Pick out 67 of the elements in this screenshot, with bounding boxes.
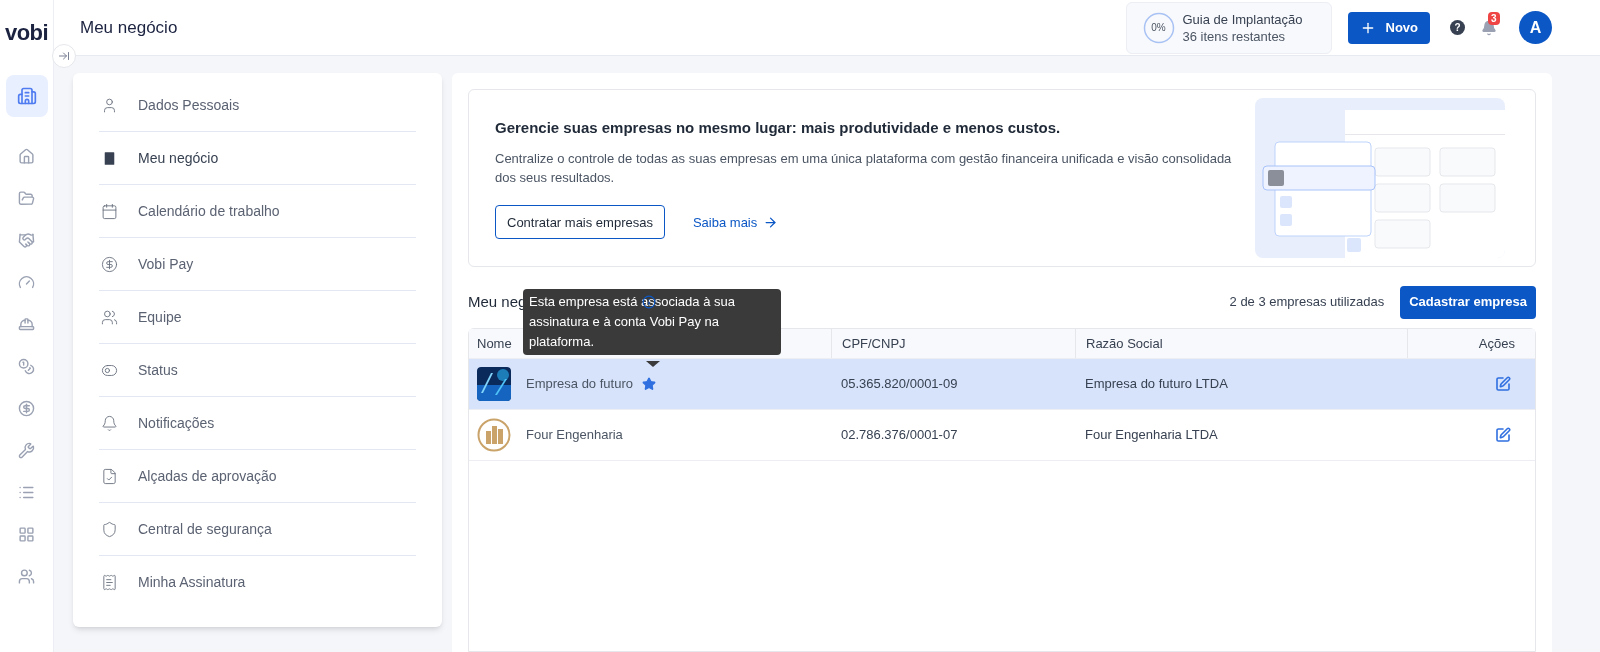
tools-icon: [18, 441, 35, 459]
coins-icon: [18, 357, 35, 375]
promo-text: Centralize o controle de todas as suas empresas em uma única plataforma com gestão financeira unificada e visão consolidada dos seus resultados.: [495, 150, 1233, 188]
help-button[interactable]: ?: [1450, 20, 1465, 35]
shield-icon: [101, 520, 118, 538]
usage-text: 2 de 3 empresas utilizadas: [1229, 293, 1385, 312]
column-header: Razão Social: [1086, 334, 1163, 353]
add-company-button[interactable]: Cadastrar empresa: [1400, 285, 1536, 319]
handshake-icon: [18, 231, 35, 249]
table-cell-text: Empresa do futuro LTDA: [1084, 375, 1229, 394]
star-icon[interactable]: [641, 377, 656, 391]
nav-button[interactable]: [5, 75, 48, 117]
company-name: Four Engenharia: [526, 426, 623, 445]
receipt-icon: [101, 574, 118, 591]
column-header: Ações: [1478, 334, 1515, 353]
table-cell-text: 05.365.820/0001-09: [840, 375, 959, 394]
menu-item[interactable]: Alçadas de aprovação: [99, 450, 416, 503]
buildings-icon: [16, 86, 37, 106]
table-cell-text: 02.786.376/0001-07: [840, 426, 959, 445]
guide-card[interactable]: 0% Guia de Implantação 36 itens restantes: [1125, 1, 1332, 54]
column-header: Nome: [477, 334, 512, 353]
menu-item[interactable]: Minha Assinatura: [99, 556, 416, 609]
worker-icon: [18, 315, 35, 333]
hire-button[interactable]: Contratar mais empresas: [495, 205, 665, 240]
edit-icon[interactable]: [1495, 376, 1511, 392]
company-logo: [477, 418, 511, 452]
avatar[interactable]: A: [1519, 11, 1552, 44]
dollar-icon: [18, 399, 35, 417]
guide-title: Guia de Implantação: [1182, 10, 1303, 28]
gauge-icon: [18, 273, 35, 291]
new-button[interactable]: Novo: [1347, 11, 1430, 44]
notification-badge: 3: [1488, 11, 1500, 25]
column-header: CPF/CNPJ: [842, 334, 906, 353]
menu-item[interactable]: Notificações: [99, 397, 416, 450]
document-icon: [101, 467, 118, 485]
menu-item[interactable]: Calendário de trabalho: [99, 185, 416, 238]
bell-icon: [101, 414, 118, 432]
menu-item[interactable]: Equipe: [99, 291, 416, 344]
menu-item[interactable]: Status: [99, 344, 416, 397]
menu-item[interactable]: Dados Pessoais: [99, 79, 416, 132]
arrow-icon: [763, 214, 779, 230]
home-icon: [18, 147, 35, 165]
team-icon: [101, 308, 118, 326]
promo-title: Gerencie suas empresas no mesmo lugar: mais produtividade e menos custos.: [495, 117, 1062, 138]
logo[interactable]: vobi: [5, 16, 48, 49]
expand-icon: [58, 50, 70, 62]
calendar-icon: [101, 202, 118, 220]
progress-percent: 0%: [1151, 21, 1166, 35]
edit-icon[interactable]: [1495, 427, 1511, 443]
team-icon: [18, 567, 35, 585]
company-name: Empresa do futuro: [526, 375, 633, 394]
progress-ring: [1142, 11, 1175, 44]
learn-more-link[interactable]: Saiba mais: [692, 212, 779, 232]
menu-item[interactable]: Central de segurança: [99, 503, 416, 556]
collapse-button[interactable]: [52, 44, 76, 68]
menu-item[interactable]: Meu negócio: [99, 132, 416, 185]
folder-icon: [18, 189, 35, 207]
dollar-icon: [101, 255, 118, 273]
apps-icon: [18, 525, 35, 543]
menu-item[interactable]: Vobi Pay: [99, 238, 416, 291]
tooltip: Esta empresa está associada à sua assinatura e à conta Vobi Pay na plataforma.: [523, 289, 781, 355]
guide-subtitle: 36 itens restantes: [1182, 27, 1286, 45]
user-icon: [101, 96, 118, 114]
table-row[interactable]: Empresa do futuro 05.365.820/0001-09 Empresa do futuro LTDA: [469, 359, 1535, 410]
table-cell-text: Four Engenharia LTDA: [1084, 426, 1219, 445]
company-logo: [477, 367, 511, 401]
page-title: Meu negócio: [80, 16, 179, 39]
